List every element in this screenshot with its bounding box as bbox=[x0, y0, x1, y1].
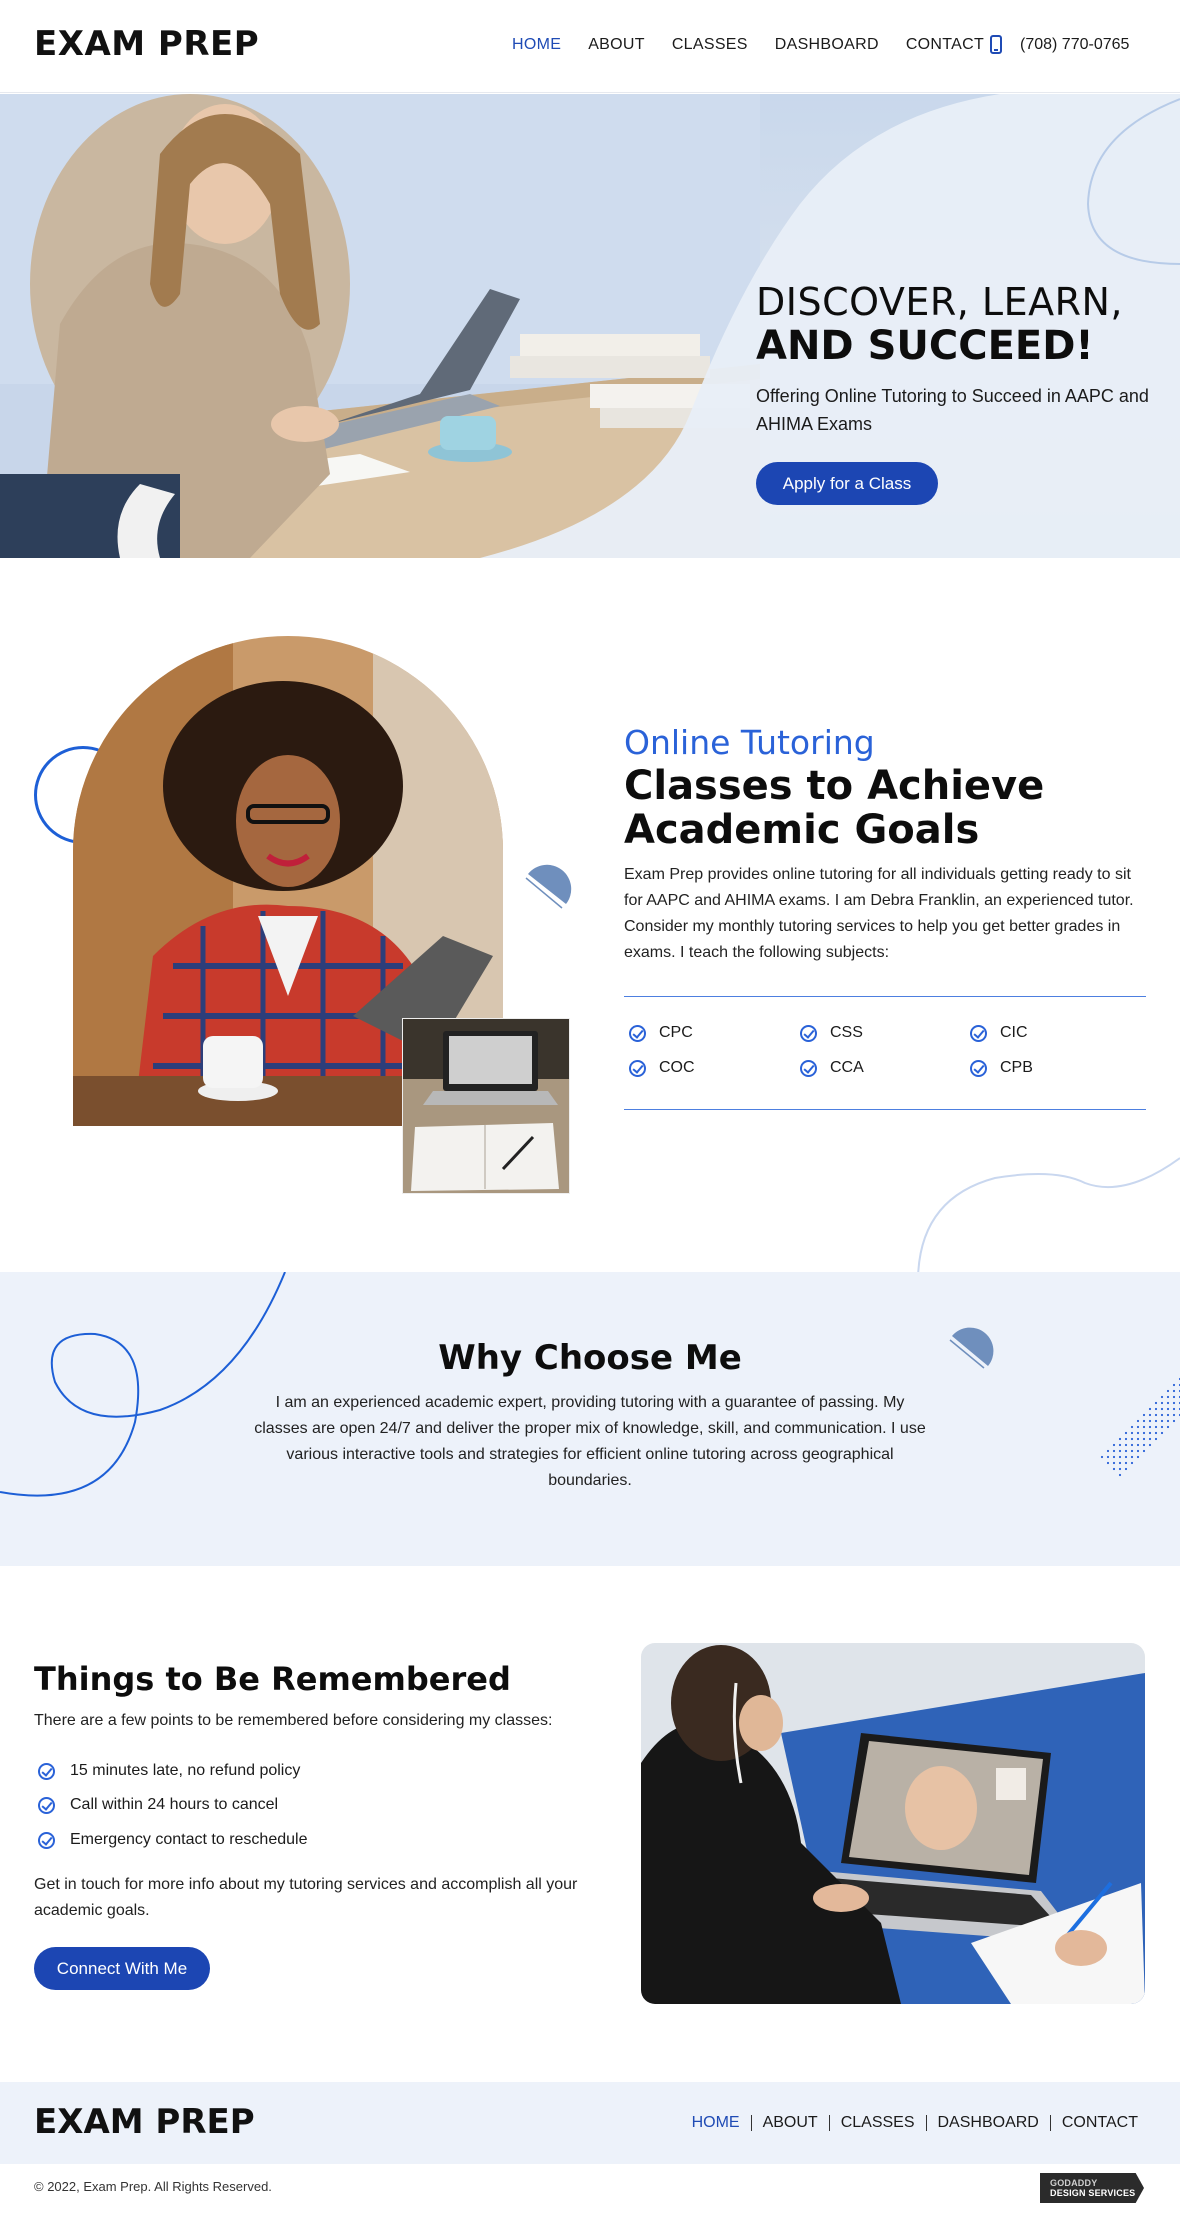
list-item: CIC bbox=[970, 1024, 1028, 1042]
site-logo[interactable]: EXAM PREP bbox=[34, 24, 259, 64]
tutoring-body: Exam Prep provides online tutoring for a… bbox=[624, 866, 1134, 961]
check-circle-icon bbox=[629, 1059, 646, 1077]
why-title: Why Choose Me bbox=[438, 1338, 742, 1378]
decorative-half-disc bbox=[525, 864, 572, 909]
remember-outro: Get in touch for more info about my tuto… bbox=[34, 1876, 578, 1919]
footer-logo[interactable]: EXAM PREP bbox=[34, 2102, 255, 2142]
hero-section: DISCOVER, LEARN, AND SUCCEED! Offering O… bbox=[0, 94, 1180, 558]
laptop-notebook-photo bbox=[402, 1018, 570, 1194]
footer-nav: HOME ABOUT CLASSES DASHBOARD CONTACT bbox=[681, 2115, 1138, 2131]
apply-button[interactable]: Apply for a Class bbox=[756, 462, 938, 505]
footer-nav-classes[interactable]: CLASSES bbox=[828, 2115, 926, 2131]
decorative-dot-pattern bbox=[1100, 1377, 1180, 1477]
main-nav: HOME ABOUT CLASSES DASHBOARD CONTACT bbox=[512, 36, 984, 54]
site-footer: EXAM PREP HOME ABOUT CLASSES DASHBOARD C… bbox=[0, 2082, 1180, 2164]
decorative-curve bbox=[917, 1157, 1180, 1272]
copyright: © 2022, Exam Prep. All Rights Reserved. bbox=[34, 2179, 272, 2194]
nav-home[interactable]: HOME bbox=[512, 36, 561, 54]
check-circle-icon bbox=[38, 1762, 55, 1780]
video-call-photo bbox=[641, 1643, 1145, 2004]
nav-dashboard[interactable]: DASHBOARD bbox=[775, 36, 879, 54]
tutoring-text: Online Tutoring Classes to Achieve Acade… bbox=[624, 723, 1146, 966]
footer-nav-home[interactable]: HOME bbox=[681, 2115, 751, 2131]
hero-subtitle: Offering Online Tutoring to Succeed in A… bbox=[756, 386, 1149, 434]
site-header: EXAM PREP HOME ABOUT CLASSES DASHBOARD C… bbox=[0, 0, 1180, 93]
list-item: CPB bbox=[970, 1059, 1033, 1077]
hero-content: DISCOVER, LEARN, AND SUCCEED! Offering O… bbox=[756, 280, 1156, 505]
tutoring-section: Online Tutoring Classes to Achieve Acade… bbox=[0, 558, 1180, 1272]
subjects-list: CPC CSS CIC COC CCA CPB bbox=[624, 996, 1146, 1110]
footer-nav-about[interactable]: ABOUT bbox=[750, 2115, 829, 2131]
badge-line1: GODADDY bbox=[1050, 2178, 1098, 2188]
phone-number: (708) 770-0765 bbox=[1020, 35, 1130, 53]
list-item: CPC bbox=[629, 1024, 693, 1042]
hero-title-line1: DISCOVER, LEARN, bbox=[756, 280, 1124, 324]
remember-section: Things to Be Remembered There are a few … bbox=[0, 1566, 1180, 2082]
nav-about[interactable]: ABOUT bbox=[588, 36, 645, 54]
check-circle-icon bbox=[800, 1024, 817, 1042]
bottom-bar: © 2022, Exam Prep. All Rights Reserved. … bbox=[0, 2164, 1180, 2215]
godaddy-badge[interactable]: GODADDY DESIGN SERVICES bbox=[1040, 2173, 1144, 2203]
phone-link[interactable]: (708) 770-0765 bbox=[990, 35, 1129, 54]
hero-title-line2: AND SUCCEED! bbox=[756, 323, 1094, 369]
connect-button[interactable]: Connect With Me bbox=[34, 1947, 210, 1990]
check-circle-icon bbox=[970, 1059, 987, 1077]
list-item: CSS bbox=[800, 1024, 863, 1042]
tutoring-eyebrow: Online Tutoring bbox=[624, 723, 875, 762]
nav-classes[interactable]: CLASSES bbox=[672, 36, 748, 54]
list-item: COC bbox=[629, 1059, 695, 1077]
video-call-image bbox=[641, 1643, 1145, 2004]
phone-icon bbox=[990, 35, 1002, 54]
check-circle-icon bbox=[38, 1796, 55, 1814]
nav-contact[interactable]: CONTACT bbox=[906, 36, 984, 54]
badge-line2: DESIGN SERVICES bbox=[1050, 2188, 1136, 2198]
list-item: 15 minutes late, no refund policy bbox=[38, 1762, 300, 1780]
tutoring-title: Classes to Achieve Academic Goals bbox=[624, 763, 1045, 853]
footer-nav-dashboard[interactable]: DASHBOARD bbox=[925, 2115, 1050, 2131]
check-circle-icon bbox=[800, 1059, 817, 1077]
why-body: I am an experienced academic expert, pro… bbox=[254, 1394, 926, 1489]
remember-title: Things to Be Remembered bbox=[34, 1660, 511, 1698]
list-item: CCA bbox=[800, 1059, 864, 1077]
why-section: Why Choose Me I am an experienced academ… bbox=[0, 1272, 1180, 1566]
list-item: Emergency contact to reschedule bbox=[38, 1831, 307, 1849]
list-item: Call within 24 hours to cancel bbox=[38, 1796, 278, 1814]
check-circle-icon bbox=[629, 1024, 646, 1042]
laptop-notebook-image bbox=[403, 1019, 569, 1193]
remember-intro: There are a few points to be remembered … bbox=[34, 1712, 553, 1729]
check-circle-icon bbox=[38, 1831, 55, 1849]
check-circle-icon bbox=[970, 1024, 987, 1042]
footer-nav-contact[interactable]: CONTACT bbox=[1049, 2115, 1138, 2131]
